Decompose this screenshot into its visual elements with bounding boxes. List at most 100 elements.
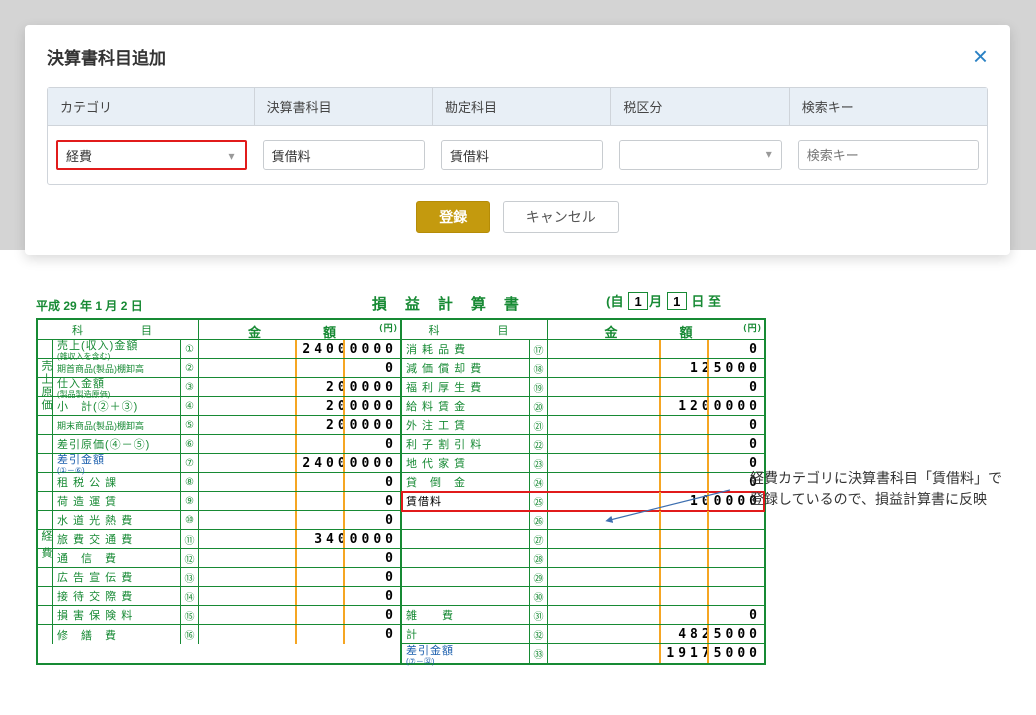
ledger-row: 減 価 償 却 費⑱125000	[402, 359, 764, 378]
ledger-row: 通 信 費⑫0	[38, 549, 400, 568]
row-num: ①	[181, 340, 199, 358]
row-name	[402, 549, 530, 567]
row-amount	[548, 530, 764, 548]
row-num: ㉝	[530, 644, 548, 663]
ledger-row: 差引金額(⑦－㉜)㉝19175000	[402, 644, 764, 663]
close-icon[interactable]: ×	[973, 43, 988, 69]
row-amount: 0	[199, 625, 400, 644]
row-name: 仕入金額(製品製造原価)	[53, 378, 181, 396]
row-name: 接 待 交 際 費	[53, 587, 181, 605]
searchkey-input[interactable]	[798, 140, 979, 170]
cancel-button[interactable]: キャンセル	[503, 201, 619, 233]
row-num: ⑭	[181, 587, 199, 605]
ledger-period: (自 1月 1 日 至	[606, 291, 721, 310]
row-name: 小 計(②＋③)	[53, 397, 181, 415]
row-amount: 0	[199, 359, 400, 377]
row-num: ㉑	[530, 416, 548, 434]
row-name: 給 料 賃 金	[402, 397, 530, 415]
row-name: 消 耗 品 費	[402, 340, 530, 358]
row-num: ㉕	[530, 492, 548, 510]
tax-select[interactable]	[619, 140, 781, 170]
row-amount: 4825000	[548, 625, 764, 643]
ledger-row: 雑 費㉛0	[402, 606, 764, 625]
header-tax: 税区分	[611, 88, 789, 125]
row-num: ⑱	[530, 359, 548, 377]
row-amount: 19175000	[548, 644, 764, 663]
subject-input[interactable]	[263, 140, 425, 170]
row-name: 旅 費 交 通 費	[53, 530, 181, 548]
ledger-title: 損益計算書	[372, 293, 537, 314]
row-name: 租 税 公 課	[53, 473, 181, 491]
account-input[interactable]	[441, 140, 603, 170]
col-amount-r: 金 額(円)	[548, 320, 764, 339]
col-subject-r: 科 目	[402, 320, 548, 339]
row-amount: 0	[199, 435, 400, 453]
annotation-line1: 経費カテゴリに決算書科目「賃借料」で	[750, 468, 1002, 489]
row-name: 通 信 費	[53, 549, 181, 567]
row-num: ㉜	[530, 625, 548, 643]
ledger-row: 期末商品(製品)棚卸高⑤200000	[38, 416, 400, 435]
submit-button[interactable]: 登録	[416, 201, 490, 233]
row-num: ㉙	[530, 568, 548, 586]
row-name: 期末商品(製品)棚卸高	[53, 416, 181, 434]
row-name: 福 利 厚 生 費	[402, 378, 530, 396]
row-num: ㉖	[530, 511, 548, 529]
row-amount: 0	[199, 568, 400, 586]
row-amount	[548, 549, 764, 567]
row-name: 水 道 光 熱 費	[53, 511, 181, 529]
row-num: ③	[181, 378, 199, 396]
row-amount: 0	[548, 435, 764, 453]
row-amount: 0	[199, 511, 400, 529]
ledger-row: 消 耗 品 費⑰0	[402, 340, 764, 359]
sidelabel-top: 売上原価	[38, 360, 54, 412]
row-name: 利 子 割 引 料	[402, 435, 530, 453]
row-name: 雑 費	[402, 606, 530, 624]
ledger-row: 広 告 宣 伝 費⑬0	[38, 568, 400, 587]
ledger-row: 外 注 工 賃㉑0	[402, 416, 764, 435]
row-name: 地 代 家 賃	[402, 454, 530, 472]
row-name: 修 繕 費	[53, 625, 181, 644]
dialog-title: 決算書科目追加	[47, 44, 166, 69]
category-select[interactable]	[58, 142, 245, 168]
row-num: ⑥	[181, 435, 199, 453]
row-name: 荷 造 運 賃	[53, 492, 181, 510]
row-name: 差引金額(①－⑥)	[53, 454, 181, 472]
row-amount: 125000	[548, 359, 764, 377]
row-name: 外 注 工 賃	[402, 416, 530, 434]
row-amount: 24000000	[199, 340, 400, 358]
header-searchkey: 検索キー	[790, 88, 987, 125]
ledger-row: 仕入金額(製品製造原価)③200000	[38, 378, 400, 397]
row-num: ⑤	[181, 416, 199, 434]
row-amount: 24000000	[199, 454, 400, 472]
row-amount: 200000	[199, 378, 400, 396]
ledger-row: ㉚	[402, 587, 764, 606]
row-amount: 0	[548, 606, 764, 624]
ledger-row: 修 繕 費⑯0	[38, 625, 400, 644]
ledger-row: ㉘	[402, 549, 764, 568]
row-amount: 200000	[199, 416, 400, 434]
row-num: ⑲	[530, 378, 548, 396]
row-name: 賃借料	[402, 492, 530, 510]
row-amount: 200000	[199, 397, 400, 415]
ledger-row: 接 待 交 際 費⑭0	[38, 587, 400, 606]
row-num: ⑳	[530, 397, 548, 415]
profit-loss-statement: 平成 29 年 1 月 2 日 損益計算書 (自 1月 1 日 至 科 目 金 …	[36, 293, 766, 665]
header-subject: 決算書科目	[255, 88, 433, 125]
row-num: ㉛	[530, 606, 548, 624]
row-num: ⑨	[181, 492, 199, 510]
row-num: ㉓	[530, 454, 548, 472]
row-amount	[548, 587, 764, 605]
row-amount	[548, 568, 764, 586]
col-amount: 金 額(円)	[199, 320, 400, 339]
ledger-row: 売上(収入)金額(雑収入を含む)①24000000	[38, 340, 400, 359]
row-name: 貸 倒 金	[402, 473, 530, 491]
row-name: 差引金額(⑦－㉜)	[402, 644, 530, 663]
row-name: 広 告 宣 伝 費	[53, 568, 181, 586]
row-name: 計	[402, 625, 530, 643]
ledger-row: 地 代 家 賃㉓0	[402, 454, 764, 473]
ledger-row: 福 利 厚 生 費⑲0	[402, 378, 764, 397]
header-account: 勘定科目	[433, 88, 611, 125]
row-amount: 0	[548, 416, 764, 434]
ledger-row: 水 道 光 熱 費⑩0	[38, 511, 400, 530]
row-amount: 0	[548, 340, 764, 358]
